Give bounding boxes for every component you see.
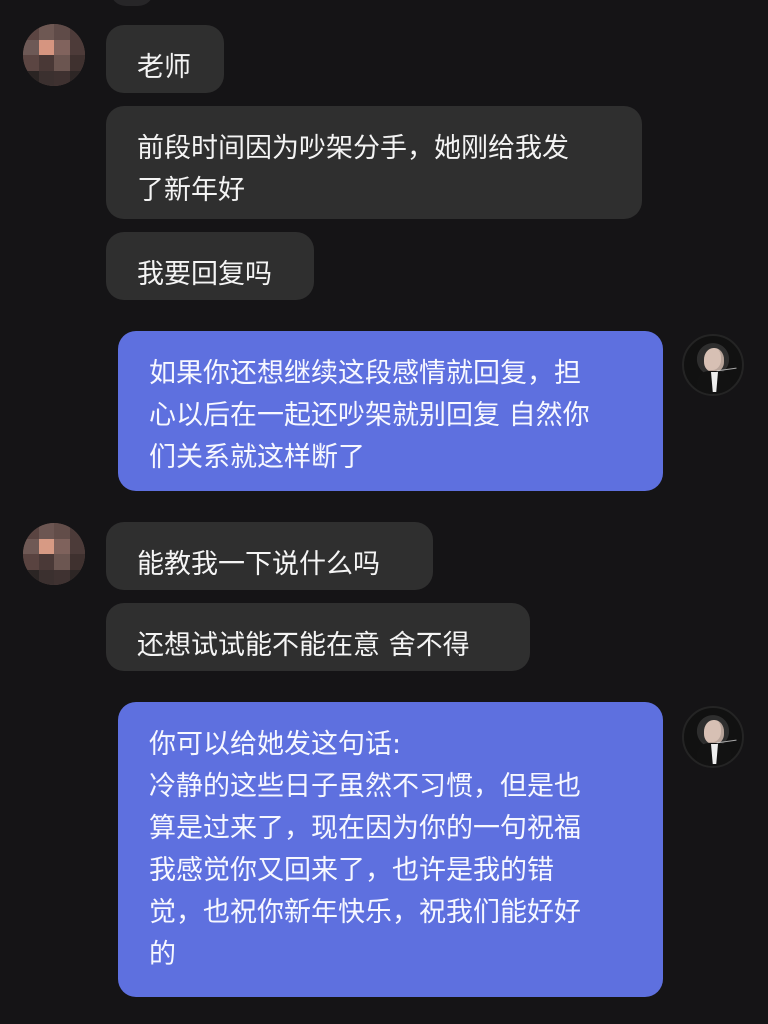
teacher-avatar[interactable] bbox=[682, 334, 744, 396]
incoming-message-bubble[interactable]: 能教我一下说什么吗 bbox=[106, 522, 433, 590]
chat-screen: 老师 前段时间因为吵架分手，她刚给我发 了新年好 我要回复吗 如果你还想继续这段… bbox=[0, 0, 768, 1024]
incoming-message-bubble[interactable]: 老师 bbox=[106, 25, 224, 93]
signature-mark-icon bbox=[716, 739, 738, 750]
teacher-avatar[interactable] bbox=[682, 706, 744, 768]
outgoing-message-bubble[interactable]: 你可以给她发这句话: 冷静的这些日子虽然不习惯，但是也 算是过来了，现在因为你的… bbox=[118, 702, 663, 997]
top-avatar-edge bbox=[110, 0, 154, 6]
user-avatar[interactable] bbox=[23, 24, 85, 86]
incoming-message-bubble[interactable]: 我要回复吗 bbox=[106, 232, 314, 300]
outgoing-message-bubble[interactable]: 如果你还想继续这段感情就回复，担 心以后在一起还吵架就别回复 自然你 们关系就这… bbox=[118, 331, 663, 491]
teacher-head-icon bbox=[704, 348, 724, 372]
incoming-message-bubble[interactable]: 还想试试能不能在意 舍不得 bbox=[106, 603, 530, 671]
teacher-head-icon bbox=[704, 720, 724, 744]
signature-mark-icon bbox=[716, 367, 738, 378]
incoming-message-bubble[interactable]: 前段时间因为吵架分手，她刚给我发 了新年好 bbox=[106, 106, 642, 219]
user-avatar[interactable] bbox=[23, 523, 85, 585]
